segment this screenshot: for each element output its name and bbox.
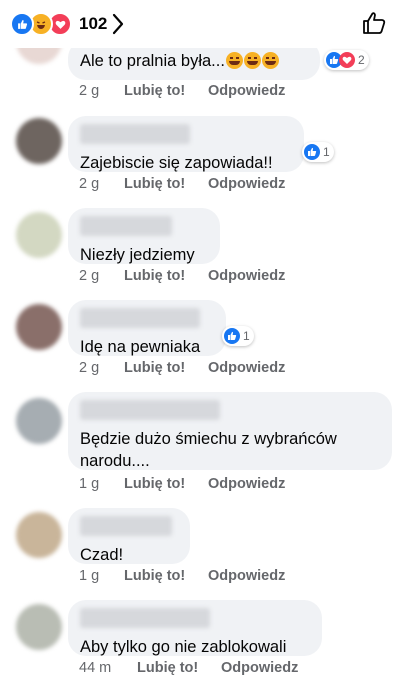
comment-age[interactable]: 44 m	[79, 660, 137, 676]
haha-emoji	[243, 52, 261, 69]
comment-bubble: Zajebiscie się zapowiada!!	[68, 116, 304, 172]
reply-button[interactable]: Odpowiedz	[208, 360, 285, 376]
avatar[interactable]	[16, 604, 62, 650]
like-button[interactable]: Lubię to!	[124, 83, 208, 99]
like-button[interactable]: Lubię to!	[124, 360, 208, 376]
author-name-redacted[interactable]	[80, 608, 210, 628]
comment-thread: Ale to pralnia była... 2 2 g Lubię to! O…	[0, 0, 405, 691]
avatar[interactable]	[16, 398, 62, 444]
reply-button[interactable]: Odpowiedz	[221, 660, 298, 676]
comment-age[interactable]: 1 g	[79, 476, 124, 492]
like-button[interactable]: Lubię to!	[124, 176, 208, 192]
comment-age[interactable]: 2 g	[79, 268, 124, 284]
comment-bubble: Będzie dużo śmiechu z wybrańców narodu..…	[68, 392, 392, 470]
comment-text: Niezły jedziemy	[80, 246, 195, 264]
comment-text: Będzie dużo śmiechu z wybrańców narodu..…	[80, 430, 337, 470]
comment-text: Czad!	[80, 546, 124, 564]
comment-age[interactable]: 1 g	[79, 568, 124, 584]
comment-text: Zajebiscie się zapowiada!!	[80, 154, 273, 172]
comment-actions: 2 g Lubię to! Odpowiedz	[79, 83, 285, 99]
author-name-redacted[interactable]	[80, 400, 220, 420]
comment-bubble: Niezły jedziemy	[68, 208, 220, 264]
like-button[interactable]: Lubię to!	[124, 568, 208, 584]
like-button[interactable]: Lubię to!	[137, 660, 221, 676]
comment-reactions[interactable]: 1	[302, 142, 334, 162]
reply-button[interactable]: Odpowiedz	[208, 268, 285, 284]
comment-age[interactable]: 2 g	[79, 360, 124, 376]
comment-age[interactable]: 2 g	[79, 83, 124, 99]
love-icon	[339, 52, 355, 68]
comment-age[interactable]: 2 g	[79, 176, 124, 192]
reaction-summary[interactable]: 102	[10, 12, 107, 36]
comment-bubble: Idę na pewniaka	[68, 300, 226, 356]
avatar[interactable]	[16, 118, 62, 164]
reply-button[interactable]: Odpowiedz	[208, 476, 285, 492]
reply-button[interactable]: Odpowiedz	[208, 176, 285, 192]
reaction-count: 1	[323, 145, 330, 159]
comment-bubble: Czad!	[68, 508, 190, 564]
comment-actions: 1 g Lubię to! Odpowiedz	[79, 476, 285, 492]
reply-button[interactable]: Odpowiedz	[208, 568, 285, 584]
comment-actions: 1 g Lubię to! Odpowiedz	[79, 568, 285, 584]
avatar[interactable]	[16, 512, 62, 558]
reaction-count: 1	[243, 329, 250, 343]
reactions-header: 102	[0, 0, 405, 48]
comment-text: Ale to pralnia była...	[80, 52, 225, 70]
like-icon	[224, 328, 240, 344]
avatar[interactable]	[16, 304, 62, 350]
comment-reactions[interactable]: 1	[222, 326, 254, 346]
like-button[interactable]: Lubię to!	[124, 268, 208, 284]
comment-actions: 2 g Lubię to! Odpowiedz	[79, 360, 285, 376]
like-button[interactable]: Lubię to!	[124, 476, 208, 492]
haha-emoji	[225, 52, 243, 69]
author-name-redacted[interactable]	[80, 308, 200, 328]
reaction-total: 102	[79, 14, 108, 33]
comment-text: Idę na pewniaka	[80, 338, 201, 356]
comment-actions: 2 g Lubię to! Odpowiedz	[79, 176, 285, 192]
chevron-right-icon[interactable]	[111, 13, 125, 40]
reply-button[interactable]: Odpowiedz	[208, 83, 285, 99]
author-name-redacted[interactable]	[80, 216, 172, 236]
author-name-redacted[interactable]	[80, 516, 172, 536]
comment-actions: 2 g Lubię to! Odpowiedz	[79, 268, 285, 284]
comment-text: Aby tylko go nie zablokowali	[80, 638, 287, 656]
thumbs-up-icon[interactable]	[361, 10, 387, 41]
author-name-redacted[interactable]	[80, 124, 190, 144]
avatar[interactable]	[16, 212, 62, 258]
comment-bubble: Aby tylko go nie zablokowali	[68, 600, 322, 656]
like-icon	[304, 144, 320, 160]
comment-reactions[interactable]: 2	[324, 50, 369, 70]
haha-emoji	[261, 52, 279, 69]
like-icon	[10, 12, 34, 36]
reaction-count: 2	[358, 53, 365, 67]
comment-actions: 44 m Lubię to! Odpowiedz	[79, 660, 298, 676]
